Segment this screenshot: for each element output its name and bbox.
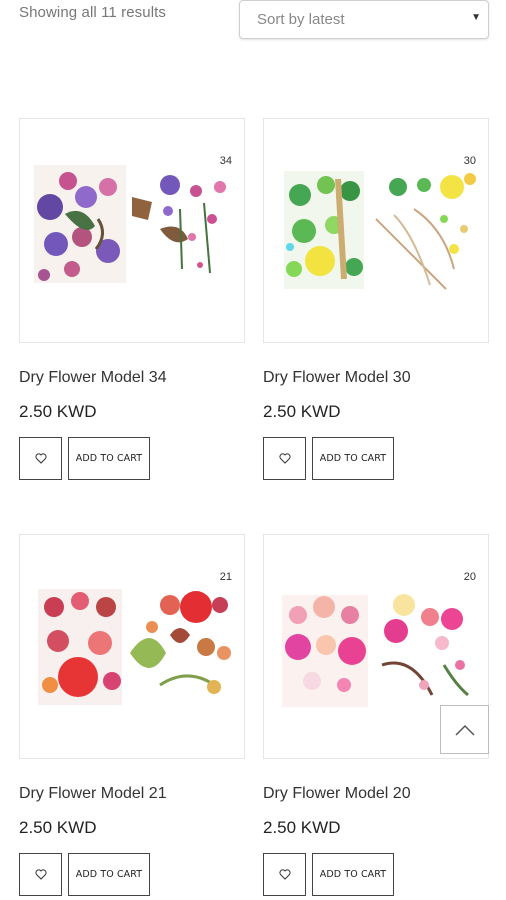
- sort-selected-value: Sort by latest: [257, 11, 345, 28]
- model-number: 21: [219, 571, 232, 583]
- product-title[interactable]: Dry Flower Model 34: [19, 369, 167, 387]
- product-price: 2.50 KWD: [263, 402, 341, 421]
- wishlist-button[interactable]: [263, 853, 306, 896]
- shop-toolbar: Showing all 11 results Sort by latest ▼: [0, 0, 506, 42]
- wishlist-button[interactable]: [19, 853, 62, 896]
- scroll-to-top-button[interactable]: [440, 705, 489, 754]
- wishlist-button[interactable]: [19, 437, 62, 480]
- wishlist-button[interactable]: [263, 437, 306, 480]
- heart-icon: [278, 869, 291, 880]
- heart-icon: [34, 453, 47, 464]
- heart-icon: [278, 453, 291, 464]
- add-to-cart-button[interactable]: ADD TO CART: [68, 437, 150, 480]
- pressed-flowers-image: [38, 589, 231, 705]
- heart-icon: [34, 869, 47, 880]
- model-number: 34: [219, 155, 232, 167]
- model-number: 30: [463, 155, 476, 167]
- add-to-cart-button[interactable]: ADD TO CART: [312, 437, 394, 480]
- product-title[interactable]: Dry Flower Model 21: [19, 785, 167, 803]
- product-title[interactable]: Dry Flower Model 20: [263, 785, 411, 803]
- product-image[interactable]: 21: [19, 534, 245, 759]
- chevron-down-icon: ▼: [471, 12, 481, 23]
- product-price: 2.50 KWD: [19, 818, 97, 837]
- product-image[interactable]: 30: [263, 118, 489, 343]
- product-price: 2.50 KWD: [19, 402, 97, 421]
- product-title[interactable]: Dry Flower Model 30: [263, 369, 411, 387]
- result-count: Showing all 11 results: [19, 4, 166, 21]
- pressed-flowers-image: [284, 171, 476, 290]
- chevron-up-icon: [454, 724, 475, 736]
- product-price: 2.50 KWD: [263, 818, 341, 837]
- pressed-flowers-image: [34, 165, 226, 283]
- product-image[interactable]: 34: [19, 118, 245, 343]
- add-to-cart-button[interactable]: ADD TO CART: [68, 853, 150, 896]
- model-number: 20: [463, 571, 476, 583]
- sort-select[interactable]: Sort by latest ▼: [239, 0, 489, 39]
- add-to-cart-button[interactable]: ADD TO CART: [312, 853, 394, 896]
